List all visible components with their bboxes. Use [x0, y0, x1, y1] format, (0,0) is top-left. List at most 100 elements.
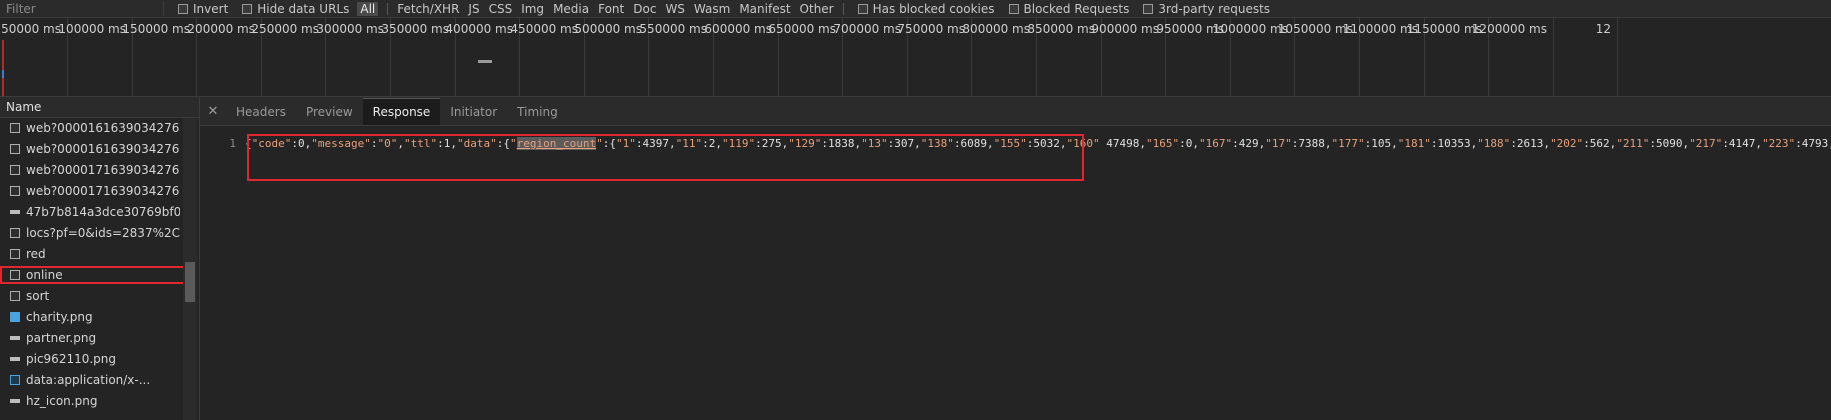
json-key: "181"	[1397, 137, 1431, 150]
tab-headers[interactable]: Headers	[226, 99, 296, 125]
checkbox-icon	[1008, 3, 1019, 14]
timeline-tick-label: 250000 ms	[251, 22, 319, 36]
request-name: locs?pf=0&ids=2837%2C283	[26, 226, 180, 240]
line-number: 1	[229, 137, 236, 150]
timeline-tick-label: 400000 ms	[445, 22, 513, 36]
request-name: sort	[26, 289, 50, 303]
json-value: :10353,	[1430, 137, 1478, 150]
request-name: charity.png	[26, 310, 93, 324]
third-party-requests-label: 3rd-party requests	[1158, 1, 1271, 16]
timeline-tick-label: 1050000 ms	[1277, 22, 1353, 36]
annotation-highlight-box	[247, 134, 1084, 181]
request-row[interactable]: pic962110.png	[0, 349, 180, 370]
timeline-tick-label: 600000 ms	[704, 22, 772, 36]
request-list: web?000016163903427614 0H web?00001616390…	[0, 118, 199, 412]
type-filter-doc[interactable]: Doc	[633, 2, 656, 16]
type-filter-separator	[842, 2, 844, 15]
tab-initiator[interactable]: Initiator	[440, 99, 507, 125]
request-row[interactable]: charity.png	[0, 307, 180, 328]
json-value: :105,	[1364, 137, 1398, 150]
json-key: "177"	[1331, 137, 1365, 150]
image-file-icon	[10, 312, 20, 322]
timeline-tick-label: 700000 ms	[833, 22, 901, 36]
timeline-tick-label: 150000 ms	[122, 22, 190, 36]
name-column-header[interactable]: Name	[0, 97, 199, 118]
timeline-tick-label: 450000 ms	[510, 22, 578, 36]
request-name: 47b7b814a3dce30769bf0fba4	[26, 205, 180, 219]
json-value: :429,	[1232, 137, 1266, 150]
close-icon[interactable]: ✕	[200, 99, 226, 125]
filter-input[interactable]	[0, 1, 164, 16]
request-row[interactable]: data:application/x-...	[0, 370, 180, 391]
checkbox-icon	[857, 3, 868, 14]
response-body[interactable]: 1 {"code":0,"message":"0","ttl":1,"data"…	[200, 126, 1831, 181]
request-row[interactable]: red	[0, 244, 180, 265]
request-row[interactable]: web?000017163903427614 8H	[0, 181, 180, 202]
checkbox-icon	[178, 3, 188, 14]
json-key: "202"	[1550, 137, 1584, 150]
type-filter-font[interactable]: Font	[598, 2, 624, 16]
request-row[interactable]: web?000016163903427614 2H	[0, 139, 180, 160]
hide-data-urls-checkbox[interactable]: Hide data URLs	[242, 2, 349, 16]
request-name: partner.png	[26, 331, 97, 345]
invert-checkbox[interactable]: Invert	[178, 2, 228, 16]
hide-data-urls-label: Hide data URLs	[257, 1, 350, 16]
type-filter-js[interactable]: JS	[468, 2, 479, 16]
timeline-tick-label: 350000 ms	[381, 22, 449, 36]
timeline-request-bar	[478, 60, 492, 63]
type-filter-other[interactable]: Other	[800, 2, 834, 16]
type-filter-img[interactable]: Img	[521, 2, 544, 16]
request-row[interactable]: sort	[0, 286, 180, 307]
type-filter-group: All Fetch/XHR JS CSS Img Media Font Doc WS Wasm Ma…	[349, 1, 844, 16]
has-blocked-cookies-checkbox[interactable]: Has blocked cookies	[857, 1, 995, 16]
tab-timing[interactable]: Timing	[507, 99, 568, 125]
timeline-overview[interactable]: 50000 ms 100000 ms 150000 ms 200000 ms 25000…	[0, 18, 1831, 97]
json-value: :0,	[1179, 137, 1199, 150]
third-party-requests-checkbox[interactable]: 3rd-party requests	[1143, 2, 1270, 16]
json-key: "167"	[1198, 137, 1233, 150]
checkbox-icon	[1143, 3, 1154, 14]
timeline-load-marker	[2, 40, 4, 96]
request-detail-panel: ✕ Headers Preview Response Initiator Timing …	[200, 97, 1831, 420]
type-filter-all[interactable]: All	[357, 1, 379, 16]
json-value: :562,	[1583, 137, 1617, 150]
type-filter-fetch-xhr[interactable]: Fetch/XHR	[397, 2, 459, 16]
timeline-tick-label: 650000 ms	[768, 22, 836, 36]
timeline-tick-label: 850000 ms	[1027, 22, 1095, 36]
request-row[interactable]: hz_icon.png	[0, 391, 180, 412]
timeline-gridline	[1617, 18, 1618, 96]
json-key: "211"	[1616, 137, 1650, 150]
timeline-domcontent-marker	[2, 70, 4, 78]
request-row[interactable]: 47b7b814a3dce30769bf0fba4	[0, 202, 180, 223]
request-row[interactable]: locs?pf=0&ids=2837%2C283	[0, 223, 180, 244]
timeline-tick-label: 1200000 ms	[1471, 22, 1547, 36]
tab-preview[interactable]: Preview	[296, 99, 363, 125]
has-blocked-cookies-label: Has blocked cookies	[872, 1, 995, 16]
scrollbar-thumb[interactable]	[185, 262, 195, 302]
resource-icon	[10, 357, 20, 361]
json-value: :7388,	[1291, 137, 1332, 150]
request-name: red	[26, 247, 46, 261]
type-filter-wasm[interactable]: Wasm	[694, 2, 730, 16]
type-filter-media[interactable]: Media	[553, 2, 589, 16]
timeline-tick-label: 750000 ms	[897, 22, 965, 36]
resource-icon	[10, 210, 20, 214]
type-filter-ws[interactable]: WS	[665, 2, 684, 16]
request-row[interactable]: web?000017163903427614 6H	[0, 160, 180, 181]
type-filter-css[interactable]: CSS	[489, 2, 513, 16]
request-name: hz_icon.png	[26, 394, 98, 408]
document-icon	[10, 270, 20, 280]
request-row[interactable]: partner.png	[0, 328, 180, 349]
document-icon	[10, 123, 20, 133]
request-name: web?000017163903427614 8H	[26, 184, 180, 198]
request-row[interactable]: web?000016163903427614 0H	[0, 118, 180, 139]
type-filter-separator	[387, 2, 389, 15]
request-name: pic962110.png	[26, 352, 117, 366]
request-row[interactable]: online	[0, 265, 185, 286]
tab-response[interactable]: Response	[362, 98, 441, 125]
json-value: 47498,	[1099, 137, 1146, 150]
json-value: :5090,	[1649, 137, 1690, 150]
type-filter-manifest[interactable]: Manifest	[739, 2, 790, 16]
blocked-requests-checkbox[interactable]: Blocked Requests	[1008, 2, 1129, 16]
resource-icon	[10, 399, 20, 403]
